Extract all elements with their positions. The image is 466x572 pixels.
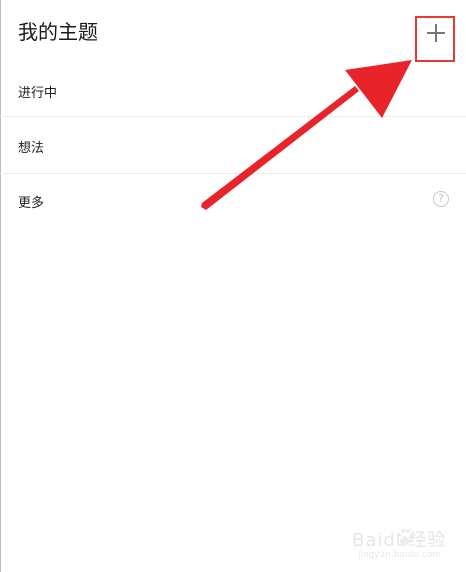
- divider: [0, 116, 466, 117]
- menu-item-label: 更多: [18, 196, 45, 211]
- menu-item-in-progress[interactable]: 进行中: [0, 64, 466, 120]
- baidu-watermark: Baidu经验 jingyan.baidu.com: [350, 520, 460, 568]
- watermark-url: jingyan.baidu.com: [358, 550, 442, 560]
- add-topic-button[interactable]: [415, 16, 455, 62]
- menu-item-label: 进行中: [18, 86, 58, 101]
- menu-item-label: 想法: [18, 141, 45, 156]
- paw-icon: [396, 528, 415, 545]
- menu-item-ideas[interactable]: 想法: [0, 118, 466, 174]
- menu-item-more[interactable]: 更多: [0, 174, 466, 230]
- page-title: 我的主题: [18, 20, 98, 44]
- header: 我的主题: [0, 0, 466, 64]
- plus-icon-vertical: [435, 24, 437, 42]
- help-icon[interactable]: ?: [433, 191, 449, 207]
